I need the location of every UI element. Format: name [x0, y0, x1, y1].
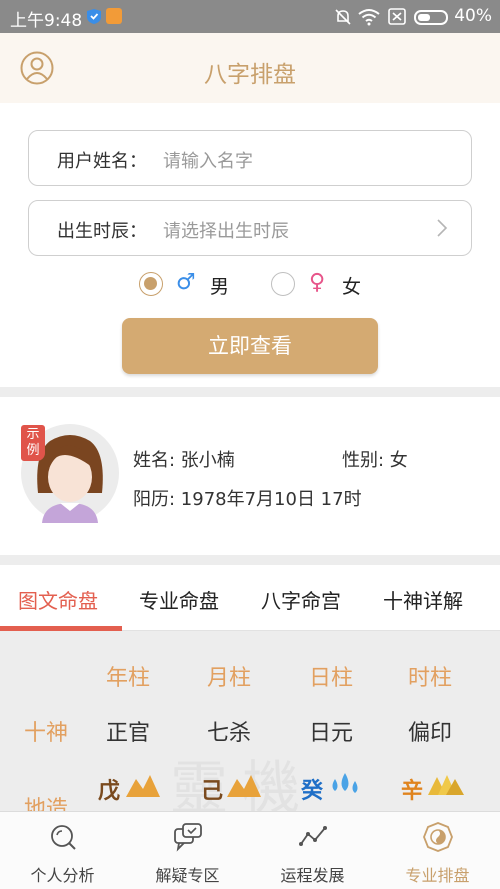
column-header-day: 日柱 — [309, 666, 354, 691]
nav-label-professional-chart: 专业排盘 — [405, 866, 470, 885]
nav-item-professional-chart[interactable]: 专业排盘 — [375, 812, 500, 889]
gender-female-radio[interactable] — [271, 272, 295, 296]
nav-label-fortune-trend: 运程发展 — [280, 866, 345, 885]
gender-male-radio[interactable] — [139, 272, 163, 296]
column-header-year: 年柱 — [106, 666, 151, 691]
birth-time-select[interactable]: 请选择出生时辰 — [163, 217, 289, 243]
row-label-dizao: 地造 — [24, 797, 69, 811]
battery-percent: 40% — [454, 6, 492, 26]
mute-bell-icon — [335, 9, 351, 25]
column-header-month: 月柱 — [207, 666, 252, 691]
chart-tabs: 图文命盘 专业命盘 八字命宫 十神详解 — [0, 565, 500, 631]
stem-month: 己 — [201, 779, 224, 804]
example-card[interactable]: 示例 姓名: 张小楠 性别: 女 阳历: 1978年7月10日 17时 — [0, 397, 500, 555]
tab-bazi-minggong[interactable]: 八字命宫 — [261, 585, 341, 614]
male-symbol-icon: ♂ — [176, 270, 196, 295]
chevron-right-icon — [437, 219, 448, 237]
app-notification-icon — [106, 8, 122, 24]
search-icon — [51, 825, 76, 850]
shield-app-icon — [87, 9, 101, 24]
gender-male-label[interactable]: 男 — [210, 272, 229, 299]
tab-shishen[interactable]: 十神详解 — [383, 585, 463, 614]
name-input[interactable]: 请输入名字 — [163, 147, 253, 173]
water-drops-icon — [332, 773, 358, 793]
trend-icon — [299, 826, 327, 846]
shishen-month: 七杀 — [207, 721, 252, 746]
nav-item-fortune-trend[interactable]: 运程发展 — [250, 812, 375, 889]
gender-selector: ♂ 男 ♀ 女 — [0, 268, 500, 304]
birth-info-form: 用户姓名： 请输入名字 出生时辰： 请选择出生时辰 ♂ 男 ♀ 女 立即查看 — [0, 103, 500, 387]
shishen-year: 正官 — [106, 721, 151, 746]
tab-tuwen[interactable]: 图文命盘 — [18, 585, 98, 614]
shishen-hour: 偏印 — [408, 721, 453, 746]
submit-button[interactable]: 立即查看 — [122, 318, 378, 374]
app-header: 八字排盘 — [0, 33, 500, 103]
metal-gold-icon — [428, 775, 464, 795]
example-birth-date: 阳历: 1978年7月10日 17时 — [133, 489, 362, 510]
nav-label-qa: 解疑专区 — [155, 866, 220, 885]
name-field[interactable]: 用户姓名： 请输入名字 — [28, 130, 472, 186]
example-gender: 性别: 女 — [342, 450, 408, 471]
tab-professional[interactable]: 专业命盘 — [139, 585, 219, 614]
earth-mountain-icon — [227, 775, 261, 797]
stem-day: 癸 — [301, 779, 324, 804]
battery-icon — [414, 10, 448, 25]
nav-item-personal-analysis[interactable]: 个人分析 — [0, 812, 125, 889]
column-header-hour: 时柱 — [408, 666, 453, 691]
birth-time-label: 出生时辰： — [57, 221, 147, 242]
bagua-icon — [423, 822, 453, 852]
gender-female-label[interactable]: 女 — [342, 272, 361, 299]
nav-label-personal-analysis: 个人分析 — [30, 866, 95, 885]
chat-icon — [174, 823, 202, 852]
shishen-day: 日元 — [309, 721, 354, 746]
page-title: 八字排盘 — [204, 62, 296, 88]
nav-item-qa[interactable]: 解疑专区 — [125, 812, 250, 889]
wifi-icon — [358, 9, 380, 26]
stem-year: 戊 — [98, 779, 121, 804]
female-symbol-icon: ♀ — [309, 270, 326, 295]
example-tag: 示例 — [21, 425, 45, 461]
bottom-navigation: 个人分析 解疑专区 运程发展 专业排盘 — [0, 811, 500, 889]
status-bar: 上午9:48 40% — [0, 0, 500, 33]
example-name: 姓名: 张小楠 — [133, 450, 235, 471]
name-field-label: 用户姓名： — [57, 151, 147, 172]
earth-mountain-icon — [126, 775, 160, 797]
no-sim-icon — [388, 8, 406, 25]
bazi-chart: 靈機 年柱 月柱 日柱 时柱 十神 正官 七杀 日元 偏印 地造 戊 己 癸 辛 — [0, 631, 500, 811]
status-time: 上午9:48 — [10, 11, 83, 31]
stem-hour: 辛 — [401, 779, 424, 804]
birth-time-field[interactable]: 出生时辰： 请选择出生时辰 — [28, 200, 472, 256]
row-label-shishen: 十神 — [24, 721, 69, 746]
